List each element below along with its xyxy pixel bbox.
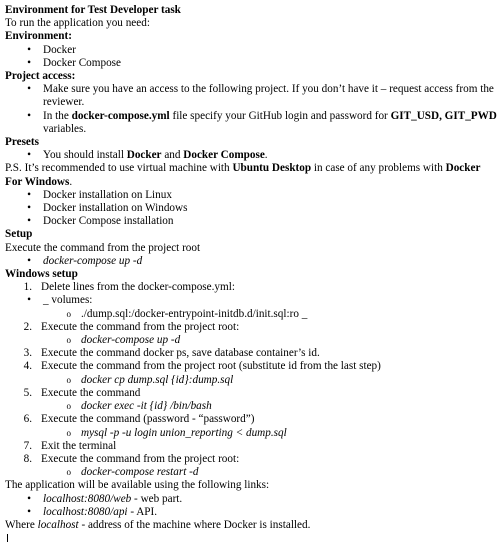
footer-note: Where localhost - address of the machine… xyxy=(5,518,311,531)
setup-heading: Setup xyxy=(5,228,33,241)
presets-heading: Presets xyxy=(5,136,39,149)
text-cursor xyxy=(7,534,8,542)
api-link[interactable]: localhost:8080/api xyxy=(43,506,128,518)
list-item: o mysql -p -u login union_reporting < dum… xyxy=(5,427,498,440)
bullet-icon: • xyxy=(27,83,31,96)
setup-text: Execute the command from the project roo… xyxy=(5,241,201,254)
bullet-icon: • xyxy=(27,149,31,162)
doc-title: Environment for Test Developer task xyxy=(5,4,181,16)
bullet-icon: • xyxy=(27,215,31,228)
step-5: 5. Execute the command xyxy=(23,386,141,399)
bullet-icon: • xyxy=(27,254,31,267)
list-item: • docker-compose up -d xyxy=(5,255,498,268)
install-link-windows[interactable]: • Docker installation on Windows xyxy=(5,202,498,215)
install-link-linux[interactable]: • Docker installation on Linux xyxy=(5,189,498,202)
bullet-icon: • xyxy=(27,43,31,56)
step-2: 2. Execute the command from the project r… xyxy=(23,320,240,333)
list-item: • localhost:8080/api - API. xyxy=(5,506,498,519)
step-6: 6. Execute the command (password - “passw… xyxy=(23,413,255,426)
list-item: • Make sure you have an access to the fol… xyxy=(5,83,498,109)
circle-bullet-icon: o xyxy=(66,467,72,478)
list-item: o docker cp dump.sql {id}:dump.sql xyxy=(5,374,498,387)
circle-bullet-icon: o xyxy=(66,401,72,412)
web-link[interactable]: localhost:8080/web xyxy=(43,493,131,505)
install-link-compose[interactable]: • Docker Compose installation xyxy=(5,215,498,228)
env-var-names: GIT_USD, GIT_PWD xyxy=(390,109,497,122)
bullet-icon: • xyxy=(27,294,31,307)
bullet-icon: • xyxy=(27,109,31,122)
circle-bullet-icon: o xyxy=(66,374,72,385)
step-8: 8. Execute the command from the project r… xyxy=(23,452,240,465)
list-item: • localhost:8080/web - web part. xyxy=(5,493,498,506)
list-item: • You should install Docker and Docker Co… xyxy=(5,149,498,162)
setup-command: docker-compose up -d xyxy=(43,254,143,267)
list-item: • Docker Compose xyxy=(5,57,498,70)
circle-bullet-icon: o xyxy=(66,335,72,346)
circle-bullet-icon: o xyxy=(66,427,72,438)
bullet-icon: • xyxy=(27,505,31,518)
bullet-icon: • xyxy=(27,202,31,215)
ps-note: P.S. It’s recommended to use virtual mac… xyxy=(5,162,481,188)
bullet-icon: • xyxy=(27,56,31,69)
step-7: 7. Exit the terminal xyxy=(23,439,117,452)
bullet-icon: • xyxy=(27,188,31,201)
project-access-heading: Project access: xyxy=(5,70,76,83)
list-item: o docker-compose restart -d xyxy=(5,466,498,479)
step-4: 4. Execute the command from the project r… xyxy=(23,360,381,373)
list-item: o docker-compose up -d xyxy=(5,334,498,347)
compose-file-name: docker-compose.yml xyxy=(71,109,170,122)
document-page: Environment for Test Developer task To r… xyxy=(0,0,504,542)
list-item: • Docker xyxy=(5,44,498,57)
list-item: • _ volumes: xyxy=(5,294,498,307)
windows-setup-heading: Windows setup xyxy=(5,268,78,281)
step-1: 1. Delete lines from the docker-compose.y… xyxy=(23,281,235,294)
step-3: 3. Execute the command docker ps, save da… xyxy=(23,347,320,360)
list-item: o ./dump.sql:/docker-entrypoint-initdb.d/… xyxy=(5,308,498,321)
environment-heading: Environment: xyxy=(5,30,72,43)
circle-bullet-icon: o xyxy=(66,308,72,319)
intro-text: To run the application you need: xyxy=(5,17,150,30)
list-item: o docker exec -it {id} /bin/bash xyxy=(5,400,498,413)
list-item: • In the docker-compose.yml file specify … xyxy=(5,110,498,136)
bullet-icon: • xyxy=(27,492,31,505)
availability-text: The application will be available using … xyxy=(5,479,270,492)
